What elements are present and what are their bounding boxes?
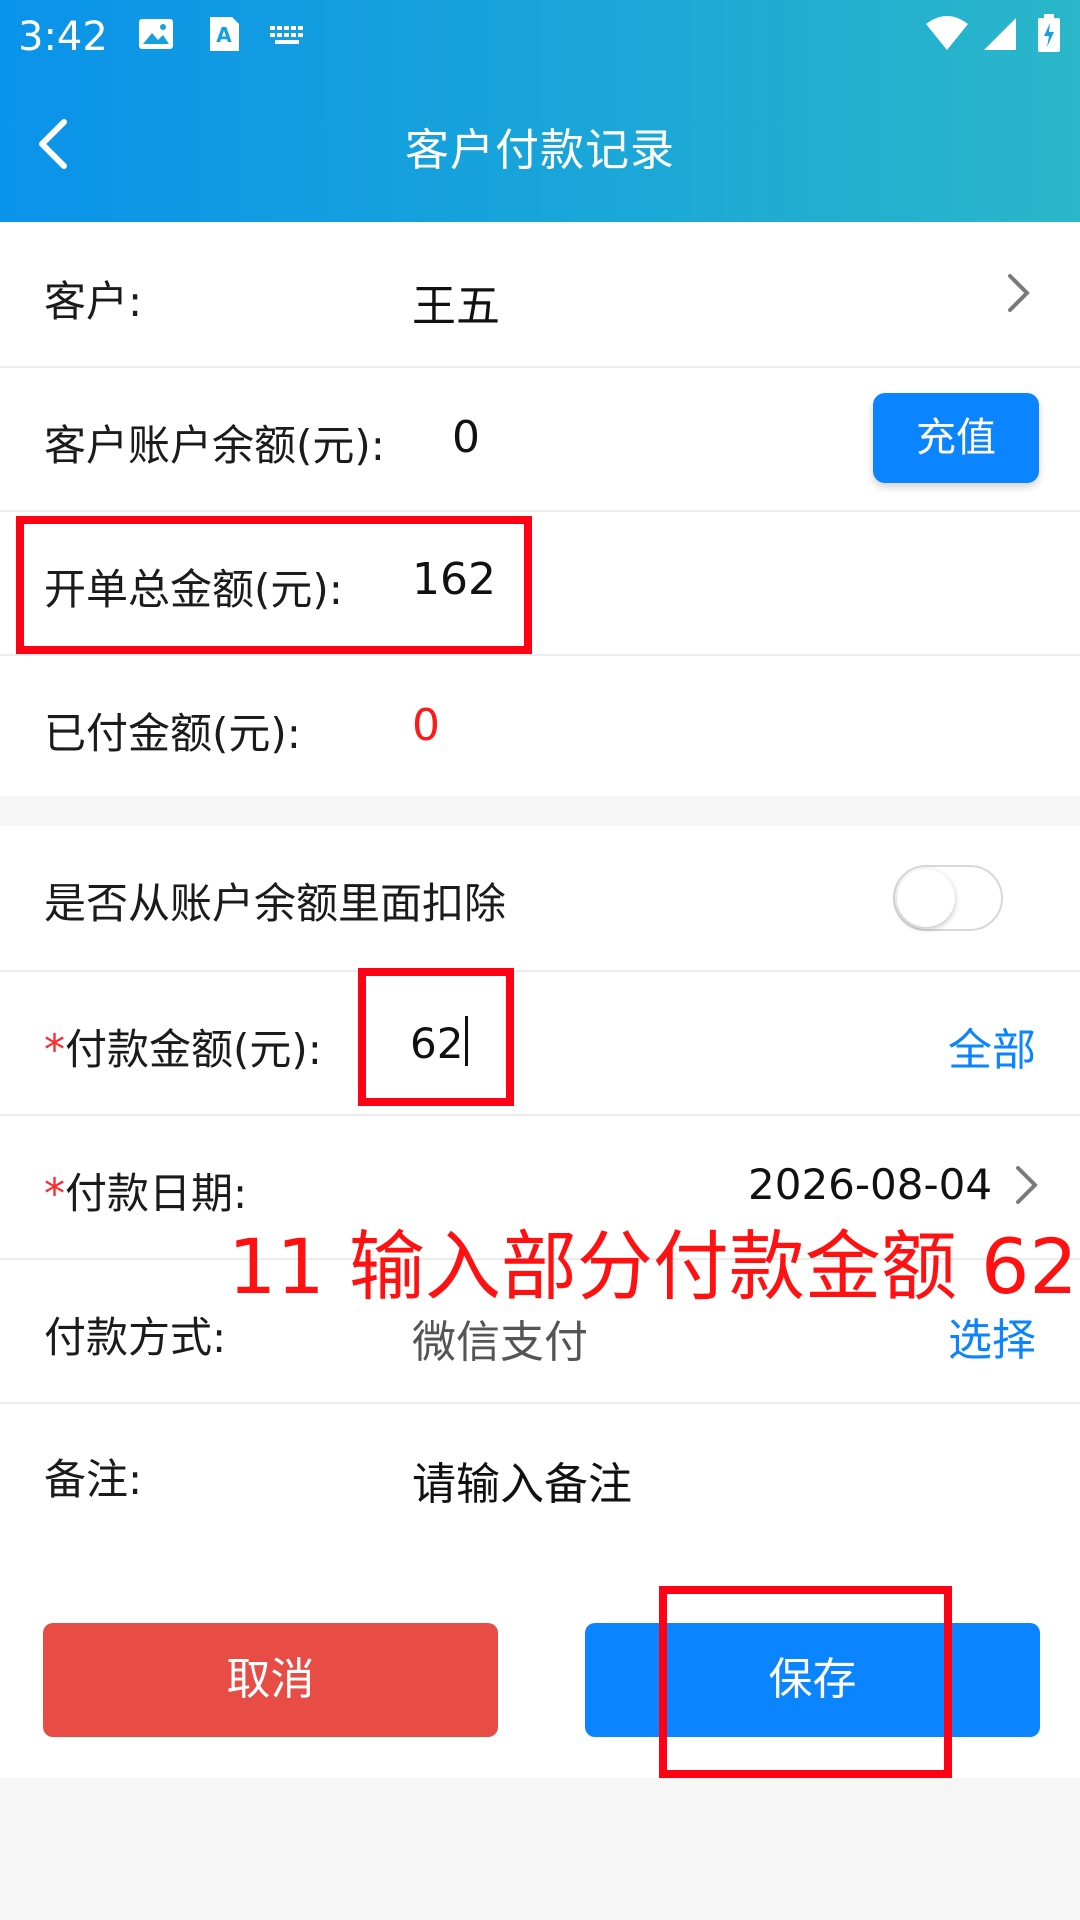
payment-amount-label-text: 付款金额(元): xyxy=(65,1025,322,1074)
svg-text:A: A xyxy=(216,23,232,47)
payment-method-value: 微信支付 xyxy=(412,1317,588,1368)
required-mark: * xyxy=(44,1169,65,1218)
chevron-right-icon xyxy=(1008,274,1030,312)
recharge-button[interactable]: 充值 xyxy=(873,393,1039,483)
keyboard-icon xyxy=(270,26,303,44)
customer-value: 王五 xyxy=(412,281,500,332)
signal-icon xyxy=(984,18,1016,50)
image-icon xyxy=(139,19,173,49)
fill-all-link[interactable]: 全部 xyxy=(948,1014,1036,1078)
customer-row[interactable]: 客户: 王五 xyxy=(0,222,1080,368)
highlight-box-save xyxy=(659,1586,952,1778)
status-time: 3:42 xyxy=(18,14,108,60)
battery-charging-icon xyxy=(1038,14,1060,52)
paid-amount-row: 已付金额(元): 0 xyxy=(0,654,1080,798)
payment-amount-label: *付款金额(元): xyxy=(44,1016,322,1077)
required-mark: * xyxy=(44,1025,65,1074)
balance-label: 客户账户余额(元): xyxy=(44,421,385,470)
payment-method-label: 付款方式: xyxy=(44,1313,227,1362)
payment-date-label: *付款日期: xyxy=(44,1160,247,1221)
balance-value: 0 xyxy=(452,412,480,463)
tutorial-annotation: 11 输入部分付款金额 62 xyxy=(228,1222,1078,1311)
page-title: 客户付款记录 xyxy=(405,125,675,176)
text-app-icon: A xyxy=(210,17,239,51)
app-header: 3:42 A 客户付款记录 xyxy=(0,0,1080,222)
highlight-box-amount xyxy=(358,968,514,1106)
paid-amount-value: 0 xyxy=(412,700,440,751)
deduct-balance-label: 是否从账户余额里面扣除 xyxy=(44,879,507,928)
order-summary-card: 客户: 王五 客户账户余额(元): 0 开单总金额(元): 162 已付金额(元… xyxy=(0,222,1080,796)
cancel-button[interactable]: 取消 xyxy=(43,1623,498,1737)
chevron-right-icon xyxy=(1016,1166,1038,1204)
toggle-knob xyxy=(897,869,955,927)
note-row: 备注: 请输入备注 xyxy=(0,1402,1080,1546)
note-label: 备注: xyxy=(44,1455,143,1504)
deduct-balance-toggle[interactable] xyxy=(893,865,1003,931)
wifi-icon xyxy=(926,16,968,50)
note-input[interactable]: 请输入备注 xyxy=(412,1448,632,1512)
highlight-box-total xyxy=(16,516,532,654)
payment-date-value: 2026-08-04 xyxy=(748,1160,993,1209)
customer-label: 客户: xyxy=(44,277,143,326)
paid-amount-label: 已付金额(元): xyxy=(44,709,301,758)
payment-amount-row: *付款金额(元): 62 全部 xyxy=(0,970,1080,1116)
payment-date-label-text: 付款日期: xyxy=(65,1169,248,1218)
